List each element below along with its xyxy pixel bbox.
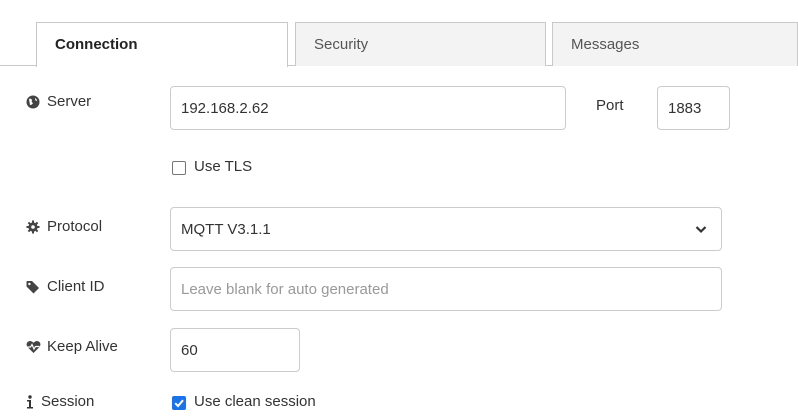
- client-id-label: Client ID: [47, 278, 105, 295]
- tls-label: Use TLS: [194, 158, 253, 175]
- globe-icon: [26, 95, 40, 109]
- protocol-label: Protocol: [47, 218, 103, 235]
- tab-connection[interactable]: Connection: [36, 22, 288, 67]
- keep-alive-input[interactable]: 60: [170, 328, 300, 372]
- keep-alive-label-row: Keep Alive: [26, 338, 118, 355]
- port-input[interactable]: 1883: [657, 86, 730, 130]
- client-id-input[interactable]: Leave blank for auto generated: [170, 267, 722, 311]
- clean-session-label: Use clean session: [194, 393, 316, 410]
- server-input[interactable]: 192.168.2.62: [170, 86, 566, 130]
- client-id-label-row: Client ID: [26, 278, 105, 295]
- heartbeat-icon: [26, 340, 41, 354]
- tab-messages[interactable]: Messages: [552, 22, 798, 66]
- port-label-row: Port: [596, 97, 624, 114]
- tab-bar: Connection Security Messages: [0, 0, 798, 67]
- port-label: Port: [596, 97, 624, 114]
- keep-alive-value: 60: [181, 341, 198, 359]
- session-label-row: Session: [26, 393, 94, 410]
- client-id-placeholder: Leave blank for auto generated: [181, 280, 389, 298]
- port-value: 1883: [668, 99, 702, 117]
- info-icon: [26, 394, 34, 409]
- tls-checkbox[interactable]: [172, 161, 186, 175]
- protocol-select[interactable]: MQTT V3.1.1: [170, 207, 722, 251]
- tab-security[interactable]: Security: [295, 22, 546, 66]
- check-icon: [174, 399, 184, 408]
- session-label: Session: [41, 393, 95, 410]
- chevron-down-icon: [695, 222, 707, 234]
- gear-icon: [26, 220, 40, 234]
- clean-session-checkbox[interactable]: [172, 396, 186, 410]
- server-label-row: Server: [26, 93, 91, 110]
- keep-alive-label: Keep Alive: [47, 338, 118, 355]
- tag-icon: [26, 280, 40, 294]
- server-value: 192.168.2.62: [181, 99, 269, 117]
- server-label: Server: [47, 93, 92, 110]
- protocol-label-row: Protocol: [26, 218, 102, 235]
- protocol-value: MQTT V3.1.1: [181, 220, 271, 238]
